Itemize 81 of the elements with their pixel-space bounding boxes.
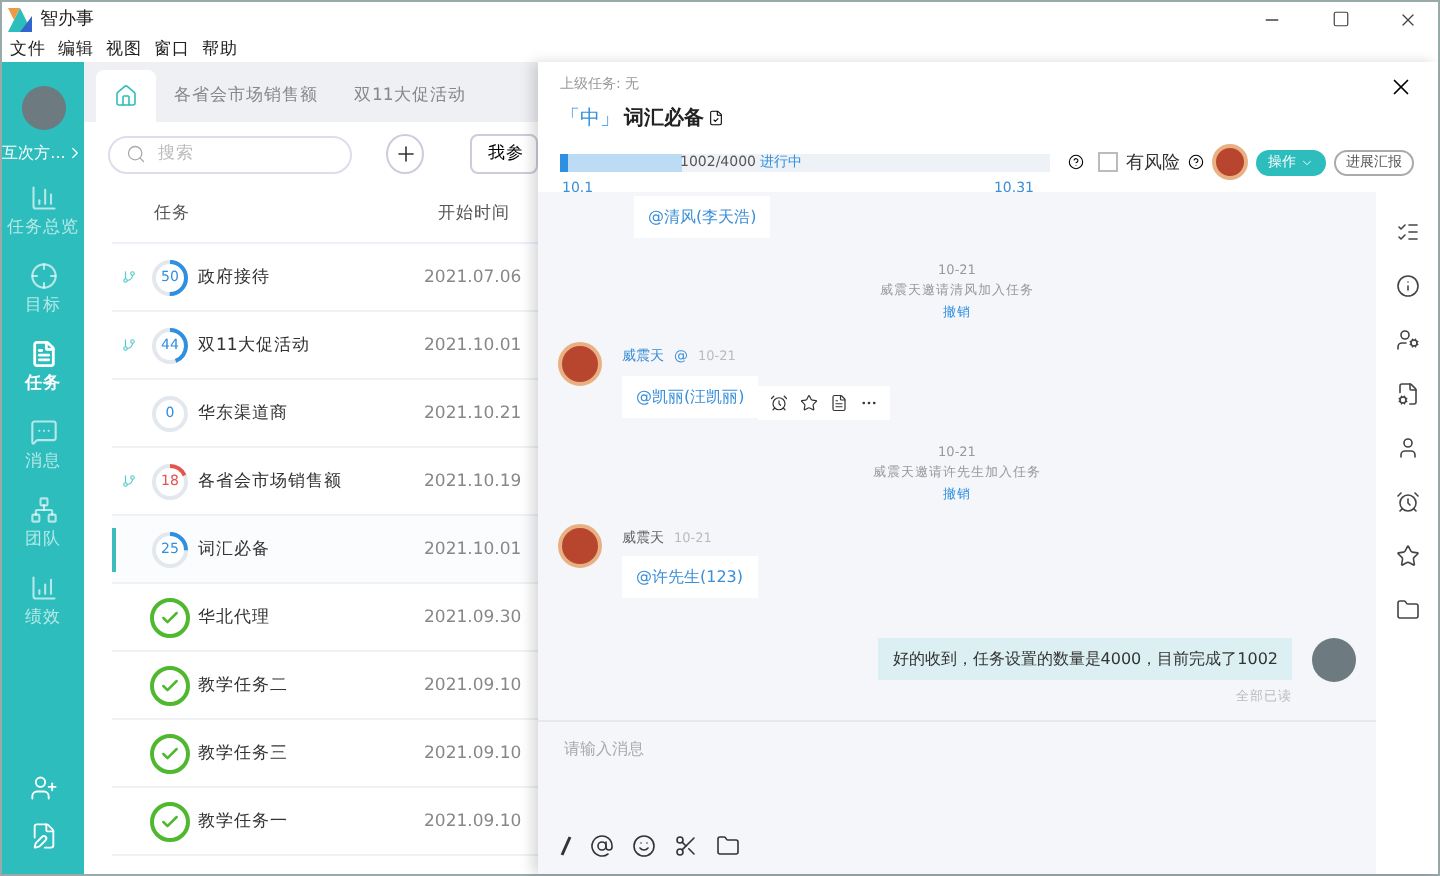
task-date: 2021.09.30	[424, 607, 522, 627]
document-icon[interactable]	[830, 394, 849, 412]
menu-item[interactable]: 窗口	[154, 37, 190, 61]
priority-label: 「中」	[560, 105, 620, 132]
rising-bars-icon	[29, 574, 57, 602]
column-header: 开始时间	[438, 202, 510, 226]
risk-checkbox[interactable]	[1098, 152, 1118, 172]
menu-item[interactable]: 帮助	[202, 37, 238, 61]
help-icon	[1068, 154, 1084, 170]
menu-item[interactable]: 视图	[106, 37, 142, 61]
task-date: 2021.07.06	[424, 267, 522, 287]
task-name: 各省会市场销售额	[198, 469, 344, 493]
task-date: 2021.10.01	[424, 539, 522, 559]
message-bubble: @许先生(123)	[622, 556, 758, 598]
message-bubble: 好的收到，任务设置的数量是4000，目前完成了1002	[878, 638, 1292, 680]
document-settings-icon[interactable]	[1395, 382, 1419, 406]
search-input[interactable]: 搜索	[154, 142, 334, 166]
alarm-clock-icon[interactable]	[1395, 490, 1419, 514]
menu-item[interactable]: 文件	[10, 37, 46, 61]
done-check-icon	[150, 597, 190, 637]
edit-box-icon[interactable]	[708, 110, 724, 126]
task-title: 词汇必备	[624, 105, 704, 132]
smile-icon[interactable]	[632, 834, 656, 858]
message-bubble: @凯丽(汪凯丽)	[622, 376, 759, 418]
task-name: 华东渠道商	[198, 401, 290, 425]
maximize-icon[interactable]	[1331, 10, 1349, 28]
filter-button[interactable]: 我参	[470, 134, 538, 174]
menu-item[interactable]: 编辑	[58, 37, 94, 61]
done-check-icon	[150, 801, 190, 841]
add-button[interactable]	[386, 134, 424, 174]
org-chart-icon	[29, 496, 57, 524]
message-input[interactable]: 请输入消息	[560, 738, 1354, 760]
star-icon[interactable]	[1395, 544, 1419, 568]
task-date: 2021.10.19	[424, 471, 522, 491]
task-name: 华北代理	[198, 605, 272, 629]
home-icon	[114, 84, 138, 108]
person-icon[interactable]	[1395, 436, 1419, 460]
window-title: 智办事	[40, 7, 96, 32]
slash-icon[interactable]	[560, 836, 572, 856]
info-icon[interactable]	[1395, 274, 1419, 298]
done-check-icon	[150, 665, 190, 705]
target-icon	[29, 262, 57, 290]
task-date: 2021.10.01	[424, 335, 522, 355]
task-name: 教学任务三	[198, 741, 290, 765]
task-date: 2021.09.10	[424, 811, 522, 831]
sender-avatar[interactable]	[558, 342, 602, 386]
chat-bubble-icon	[29, 418, 57, 446]
close-icon[interactable]	[1388, 74, 1414, 100]
bar-chart-icon	[29, 184, 57, 212]
sender-avatar[interactable]	[558, 524, 602, 568]
task-date: 2021.10.21	[424, 403, 522, 423]
scissors-icon[interactable]	[674, 834, 698, 858]
task-name: 政府接待	[198, 265, 272, 289]
document-list-icon	[29, 340, 57, 368]
progress-ring	[150, 393, 190, 433]
search-icon	[126, 144, 146, 164]
close-icon[interactable]	[1398, 9, 1418, 29]
done-check-icon	[150, 733, 190, 773]
help-icon	[1188, 154, 1204, 170]
message-bubble: @清风(李天浩)	[634, 196, 771, 238]
user-settings-icon[interactable]	[1395, 328, 1419, 352]
task-name: 教学任务二	[198, 673, 290, 697]
checklist-icon[interactable]	[1395, 220, 1419, 244]
risk-label: 有风险	[1126, 151, 1180, 175]
plus-icon	[393, 142, 418, 166]
my-avatar[interactable]	[1312, 638, 1356, 682]
owner-avatar[interactable]	[1212, 144, 1248, 180]
task-name: 教学任务一	[198, 809, 290, 833]
folder-icon[interactable]	[716, 834, 740, 858]
folder-icon[interactable]	[1395, 598, 1419, 622]
star-icon[interactable]	[800, 394, 819, 412]
task-date: 2021.09.10	[424, 743, 522, 763]
task-date: 2021.09.10	[424, 675, 522, 695]
chevron-down-icon	[1300, 155, 1314, 169]
at-sign-icon[interactable]	[590, 834, 614, 858]
search-field[interactable]: 搜索	[108, 135, 353, 173]
task-name: 词汇必备	[198, 537, 272, 561]
column-header: 任务	[154, 202, 192, 226]
app-logo-icon	[8, 7, 32, 31]
alarm-clock-icon[interactable]	[770, 394, 789, 412]
task-name: 双11大促活动	[198, 333, 312, 357]
